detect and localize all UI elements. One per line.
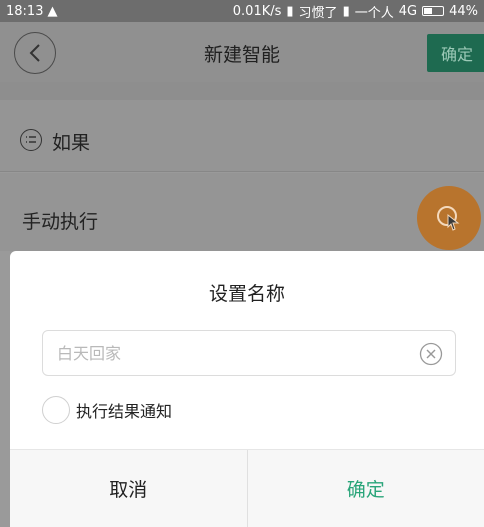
floating-action-button[interactable]: [417, 186, 481, 250]
battery-level: 44%: [449, 3, 478, 19]
section-divider: [0, 82, 484, 100]
condition-section: 如果: [0, 100, 484, 172]
notify-option[interactable]: 执行结果通知: [42, 395, 172, 425]
ok-button[interactable]: 确定: [248, 450, 484, 527]
name-input-container: [42, 330, 456, 376]
dialog-title: 设置名称: [208, 283, 285, 305]
touch-cursor-icon: [437, 206, 460, 231]
manual-execution-label: 手动执行: [22, 211, 99, 233]
manual-execution-row[interactable]: 手动执行: [0, 173, 484, 251]
cancel-button[interactable]: 取消: [10, 450, 248, 527]
network-speed: 0.01K/s: [232, 3, 282, 19]
notify-radio[interactable]: [42, 396, 70, 424]
notification-icon: ▲: [47, 3, 58, 19]
clear-icon[interactable]: [419, 342, 443, 366]
name-input[interactable]: [57, 331, 407, 375]
page-title: 新建智能: [203, 44, 280, 66]
header-confirm-button[interactable]: 确定: [427, 34, 484, 72]
carrier-name-1: 习惯了: [298, 5, 338, 21]
dialog-footer: 取消 确定: [10, 449, 484, 527]
status-bar: 18:13 ▲ 0.01K/s ▮ 习惯了 ▮ 一个人 4G 44%: [0, 0, 484, 22]
condition-label: 如果: [52, 132, 91, 154]
network-type: 4G: [398, 3, 418, 19]
battery-icon: [422, 6, 445, 16]
app-header: 新建智能 确定: [0, 22, 484, 82]
status-time: 18:13: [6, 3, 44, 19]
set-name-dialog: 设置名称 执行结果通知 取消 确定: [10, 251, 484, 527]
list-icon: [20, 129, 42, 151]
carrier-name-2: 一个人: [354, 5, 394, 21]
signal-icon: ▮: [286, 3, 294, 19]
notify-label: 执行结果通知: [76, 402, 173, 421]
signal-icon-2: ▮: [342, 3, 350, 19]
